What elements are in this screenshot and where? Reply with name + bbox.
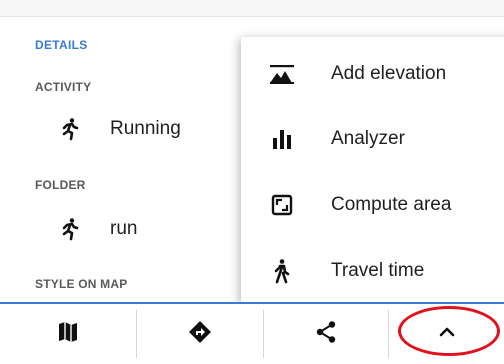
details-header: DETAILS bbox=[35, 38, 88, 52]
menu-item-analyzer[interactable]: Analyzer bbox=[241, 113, 504, 165]
bar-chart-icon bbox=[269, 126, 295, 152]
menu-item-label: Analyzer bbox=[331, 128, 405, 149]
menu-item-travel-time[interactable]: Travel time bbox=[241, 245, 504, 297]
activity-value: Running bbox=[110, 118, 181, 139]
menu-item-label: Add elevation bbox=[331, 63, 447, 84]
map-icon bbox=[57, 320, 79, 349]
activity-label: ACTIVITY bbox=[35, 80, 92, 94]
folder-row[interactable]: run bbox=[58, 214, 137, 244]
hiking-icon bbox=[269, 258, 295, 284]
navigate-button[interactable] bbox=[137, 304, 263, 364]
top-strip bbox=[0, 0, 504, 17]
style-on-map-label: STYLE ON MAP bbox=[35, 277, 128, 291]
running-icon bbox=[58, 217, 82, 241]
navigate-icon bbox=[188, 320, 212, 349]
menu-item-compute-area[interactable]: Compute area bbox=[241, 179, 504, 231]
bottom-toolbar bbox=[0, 302, 504, 364]
menu-item-label: Travel time bbox=[331, 260, 425, 281]
area-icon bbox=[269, 192, 295, 218]
folder-value: run bbox=[110, 218, 138, 239]
expand-button[interactable] bbox=[389, 304, 504, 364]
overflow-menu: Add elevation Analyzer Compute area Trav… bbox=[241, 37, 504, 302]
menu-item-add-elevation[interactable]: Add elevation bbox=[241, 48, 504, 100]
folder-label: FOLDER bbox=[35, 178, 86, 192]
chevron-up-icon bbox=[438, 325, 456, 343]
menu-item-label: Compute area bbox=[331, 194, 452, 215]
running-icon bbox=[58, 117, 82, 141]
elevation-icon bbox=[269, 61, 295, 87]
share-button[interactable] bbox=[264, 304, 388, 364]
activity-row[interactable]: Running bbox=[58, 114, 181, 144]
share-icon bbox=[314, 320, 338, 349]
map-button[interactable] bbox=[0, 304, 136, 364]
